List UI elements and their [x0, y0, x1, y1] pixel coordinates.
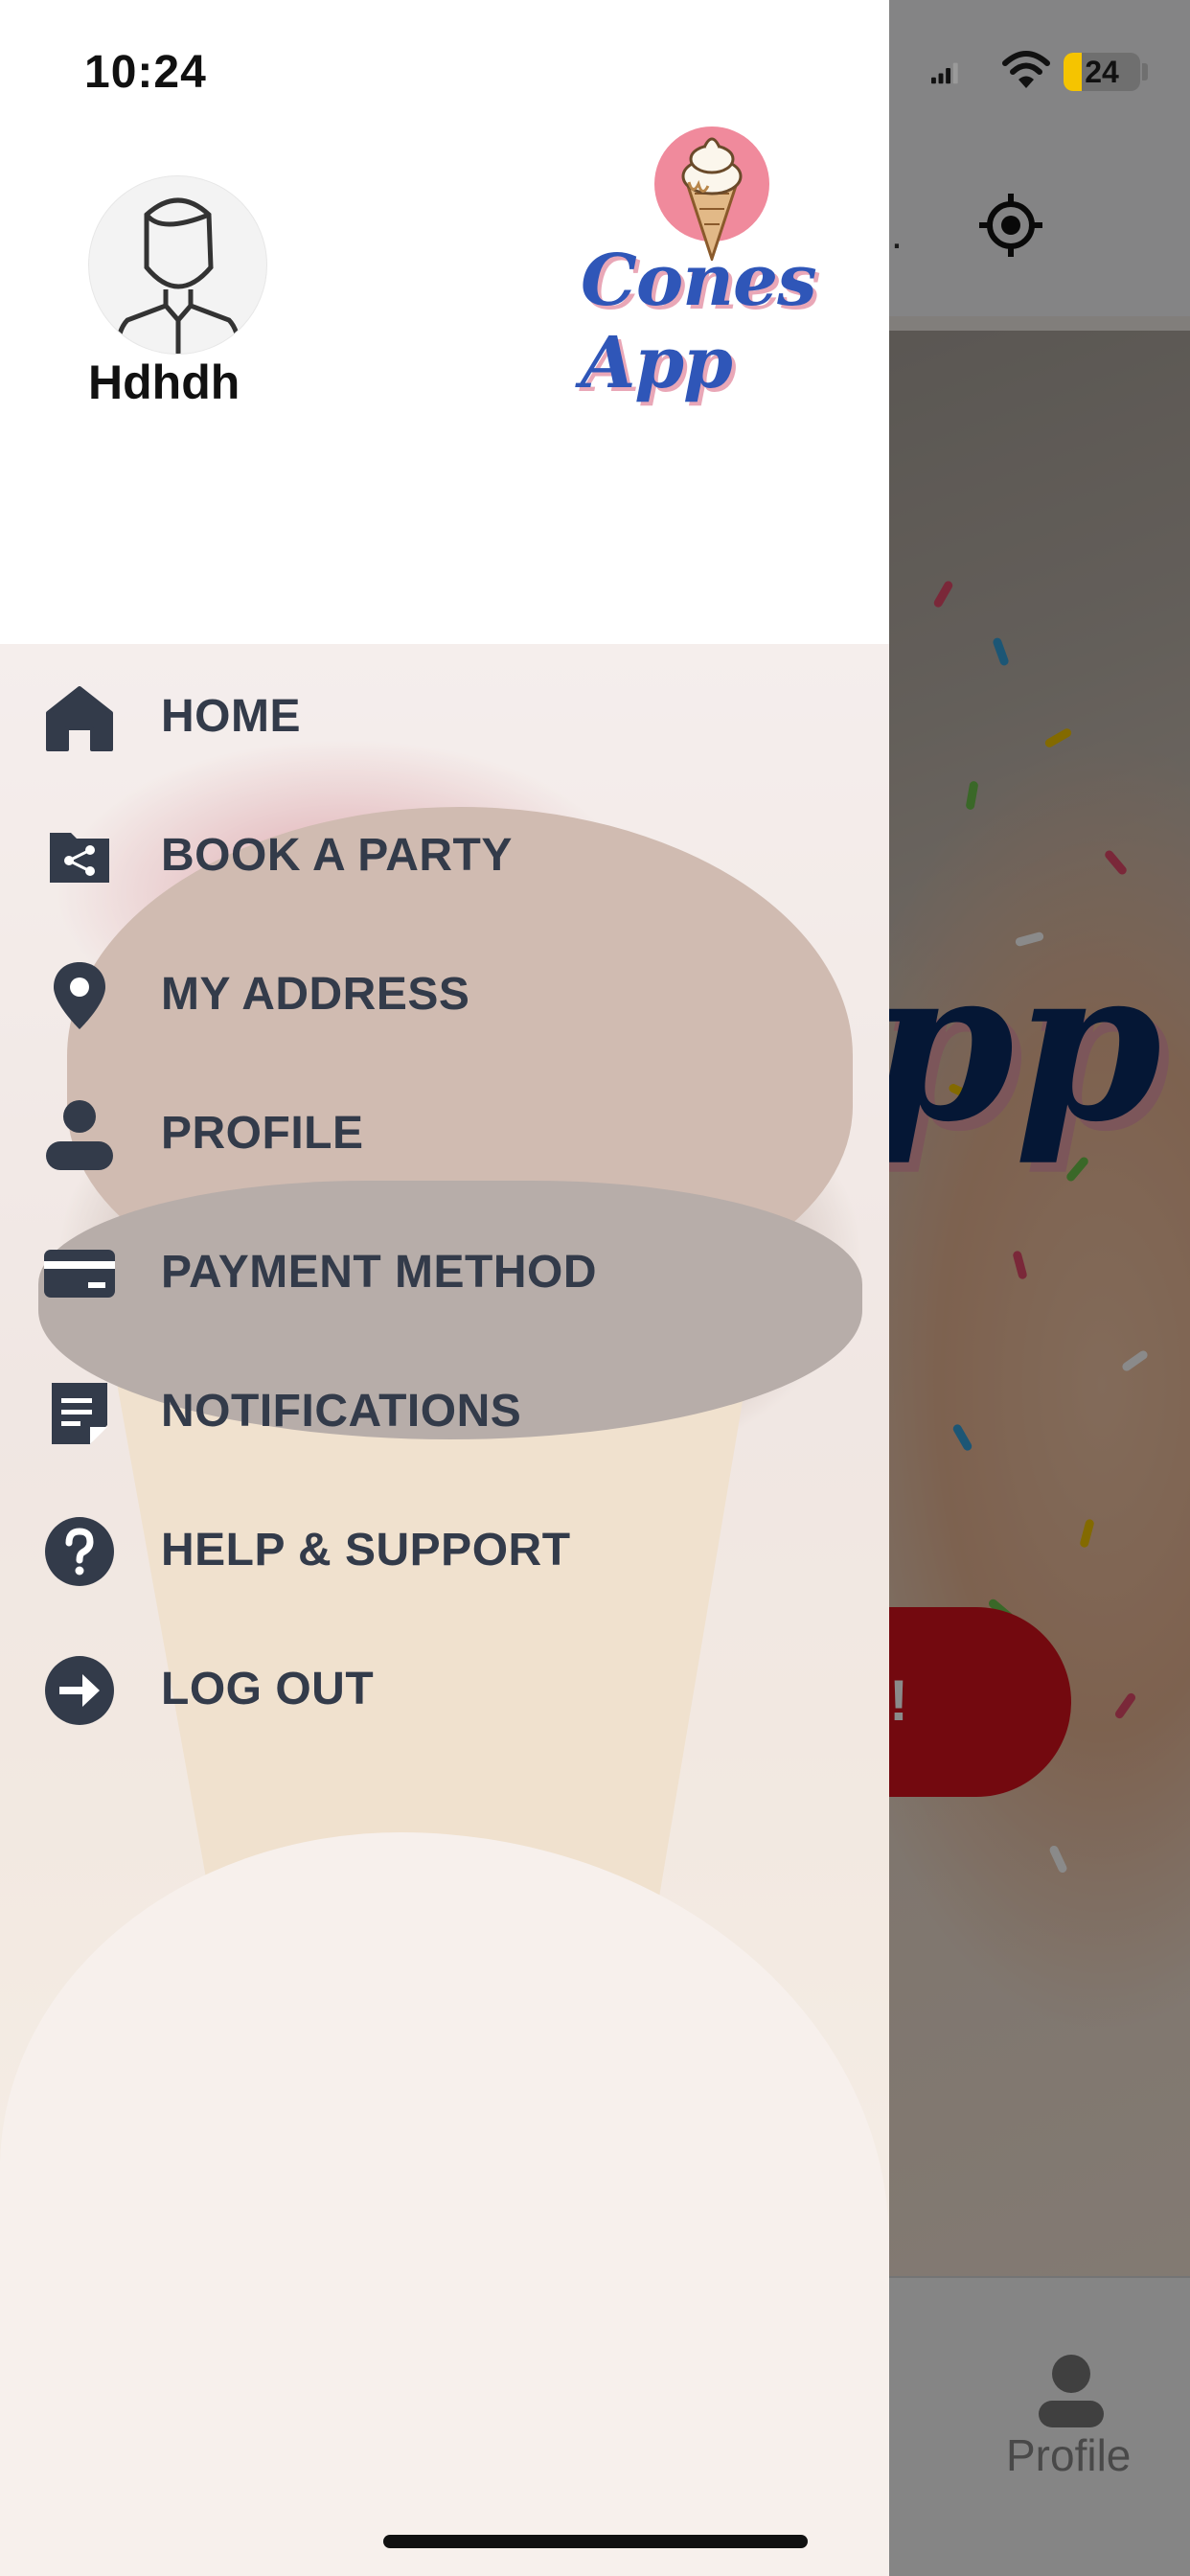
battery-icon: 24	[1064, 53, 1140, 91]
menu-item-label: HELP & SUPPORT	[161, 1525, 571, 1576]
home-indicator[interactable]	[383, 2535, 808, 2548]
logout-arrow-icon	[45, 1656, 114, 1725]
menu-item-profile[interactable]: PROFILE	[0, 1070, 889, 1185]
menu-item-label: BOOK A PARTY	[161, 830, 513, 881]
navigation-drawer: Hdhdh Cones App HOME BOOK A PARTY MY ADD…	[0, 0, 889, 2576]
menu-item-label: HOME	[161, 691, 301, 742]
menu-item-payment-method[interactable]: PAYMENT METHOD	[0, 1209, 889, 1324]
brand-logo-text: Cones App	[581, 240, 817, 404]
menu-item-log-out[interactable]: LOG OUT	[0, 1626, 889, 1741]
help-circle-icon	[45, 1517, 114, 1586]
user-avatar-icon	[113, 197, 243, 354]
menu-item-label: NOTIFICATIONS	[161, 1386, 522, 1437]
battery-level: 24	[1085, 55, 1119, 89]
menu-item-label: LOG OUT	[161, 1664, 375, 1714]
wifi-icon	[1002, 51, 1050, 88]
share-folder-icon	[50, 833, 109, 883]
menu-item-label: PAYMENT METHOD	[161, 1247, 598, 1298]
menu-item-help-support[interactable]: HELP & SUPPORT	[0, 1487, 889, 1602]
user-name: Hdhdh	[88, 356, 240, 409]
cellular-signal-icon	[931, 62, 958, 84]
menu-item-my-address[interactable]: MY ADDRESS	[0, 932, 889, 1046]
menu-item-label: PROFILE	[161, 1108, 364, 1159]
home-icon	[46, 686, 113, 751]
menu-item-label: MY ADDRESS	[161, 969, 470, 1020]
menu-item-book-a-party[interactable]: BOOK A PARTY	[0, 793, 889, 908]
status-time: 10:24	[84, 47, 207, 98]
menu-item-home[interactable]: HOME	[0, 654, 889, 769]
credit-card-icon	[44, 1250, 115, 1298]
person-icon	[46, 1100, 113, 1170]
location-pin-icon	[54, 962, 105, 1029]
menu-item-notifications[interactable]: NOTIFICATIONS	[0, 1348, 889, 1463]
note-icon	[52, 1383, 107, 1444]
avatar[interactable]	[88, 175, 267, 355]
